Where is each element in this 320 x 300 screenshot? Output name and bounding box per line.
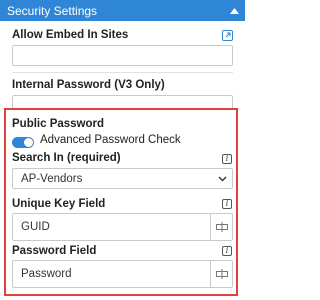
password-field-value: Password <box>21 268 72 280</box>
search-in-label: Search In (required) <box>12 152 121 164</box>
password-field-input[interactable]: Password <box>12 260 233 288</box>
internal-password-input[interactable] <box>12 95 233 108</box>
field-picker-icon <box>215 222 228 232</box>
advanced-password-toggle[interactable] <box>12 137 34 148</box>
internal-password-label: Internal Password (V3 Only) <box>12 79 165 91</box>
field-picker-button[interactable] <box>210 214 232 240</box>
divider <box>12 72 233 73</box>
expand-icon[interactable] <box>222 30 233 41</box>
field-picker-icon <box>215 269 228 279</box>
info-icon[interactable]: i <box>222 199 232 209</box>
collapse-caret-icon[interactable] <box>229 6 239 16</box>
unique-key-value: GUID <box>21 221 50 233</box>
password-field-label: Password Field <box>12 245 97 257</box>
search-in-select[interactable]: AP-Vendors <box>12 168 233 189</box>
field-picker-button[interactable] <box>210 261 232 287</box>
advanced-password-check-label: Advanced Password Check <box>40 134 181 146</box>
info-icon[interactable]: i <box>222 246 232 256</box>
search-in-selected-value: AP-Vendors <box>21 172 83 185</box>
allow-embed-input[interactable] <box>12 45 233 66</box>
security-settings-header[interactable]: Security Settings <box>0 0 245 21</box>
panel-title: Security Settings <box>7 3 98 18</box>
unique-key-label: Unique Key Field <box>12 198 106 210</box>
unique-key-input[interactable]: GUID <box>12 213 233 241</box>
allow-embed-label: Allow Embed In Sites <box>12 29 129 41</box>
chevron-down-icon <box>212 176 232 182</box>
public-password-label: Public Password <box>12 118 105 130</box>
info-icon[interactable]: i <box>222 154 232 164</box>
toggle-knob <box>24 138 33 147</box>
